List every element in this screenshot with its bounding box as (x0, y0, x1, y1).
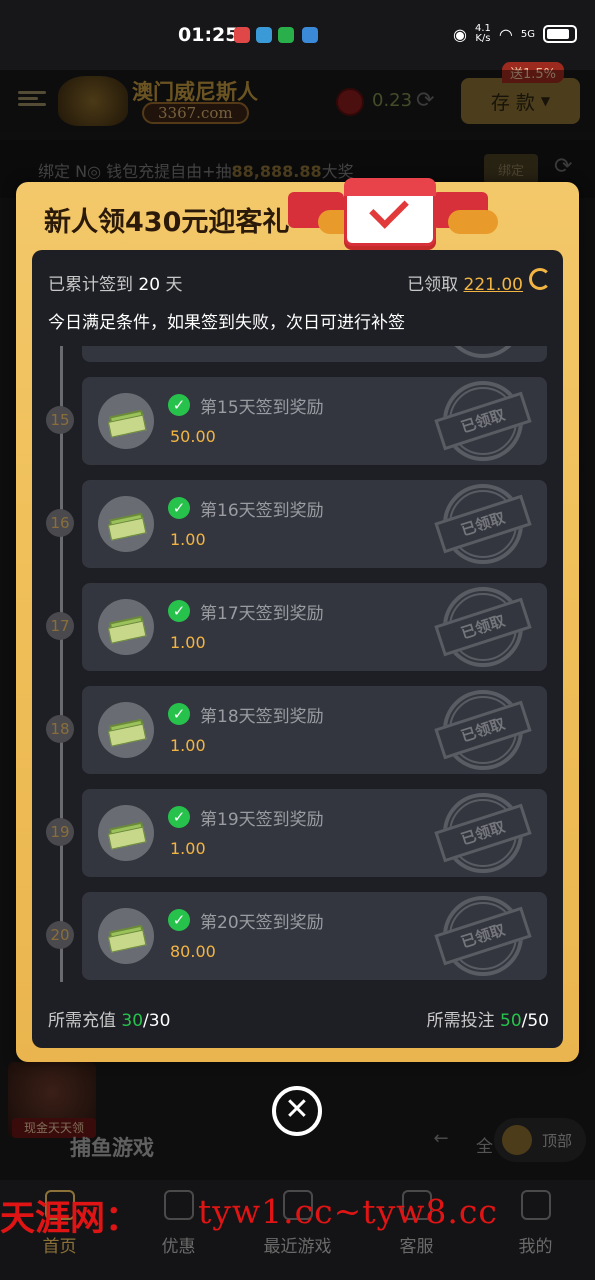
close-icon: ✕ (284, 1092, 310, 1127)
checkin-modal: 新人领430元迎客礼 已累计签到 20 天 已领取 221.00 今日满足条件，… (16, 178, 579, 1062)
close-modal-button[interactable]: ✕ (272, 1086, 322, 1136)
recharge-done: 30 (121, 1011, 144, 1031)
telegram-icon (256, 27, 272, 43)
bet-done: 50 (500, 1011, 522, 1031)
check-icon: ✓ (168, 497, 190, 519)
reward-amount: 1.00 (170, 839, 206, 858)
claimed-stamp: 已领取 (434, 381, 532, 461)
reward-title: 第16天签到奖励 (200, 501, 324, 521)
claimed-value: 221.00 (463, 275, 523, 295)
check-icon: ✓ (168, 600, 190, 622)
battery-icon (543, 25, 577, 43)
claimed-stamp: 已领取 (434, 793, 532, 873)
day-number: 16 (46, 509, 74, 537)
day-number: 18 (46, 715, 74, 743)
watermark-cn: 天涯网： (0, 1198, 141, 1239)
recharge-requirement: 所需充值 30/30 (48, 1011, 171, 1031)
reward-card: ✓ 第20天签到奖励 80.00 已领取 (82, 892, 547, 980)
refresh-icon[interactable] (529, 268, 551, 290)
reward-amount: 1.00 (170, 736, 206, 755)
reward-amount: 50.00 (170, 427, 216, 446)
signal-icon: 5G (520, 28, 535, 40)
cash-icon (108, 821, 146, 844)
claimed-stamp: 已领取 (434, 690, 532, 770)
watermark-url: tyw1.cc~tyw8.cc (198, 1192, 498, 1231)
reward-amount: 80.00 (170, 942, 216, 961)
reward-title: 第19天签到奖励 (200, 810, 324, 830)
cash-icon (108, 409, 146, 432)
reward-title: 第15天签到奖励 (200, 398, 324, 418)
cash-icon (108, 512, 146, 535)
reward-title: 第17天签到奖励 (200, 604, 324, 624)
reward-amount: 1.00 (170, 530, 206, 549)
wifi-icon: ◠ (498, 24, 513, 44)
cash-coin-icon (98, 702, 154, 758)
cash-coin-icon (98, 805, 154, 861)
claimed-stamp: 已领取 (434, 896, 532, 976)
claimed-summary: 已领取 221.00 (407, 275, 523, 295)
checkin-panel: 已累计签到 20 天 已领取 221.00 今日满足条件，如果签到失败，次日可进… (32, 250, 563, 1048)
check-icon: ✓ (168, 909, 190, 931)
cash-icon (108, 718, 146, 741)
reward-card: ✓ 第16天签到奖励 1.00 已领取 (82, 480, 547, 568)
check-icon: ✓ (168, 806, 190, 828)
signed-days-value: 20 (138, 275, 161, 295)
gold-ingot-icon (448, 210, 498, 234)
cash-coin-icon (98, 599, 154, 655)
reward-card-partial (82, 346, 547, 362)
reward-list[interactable]: 15 ✓ 第15天签到奖励 50.00 已领取 16 ✓ 第16天签到奖励 1.00 已领取 17 ✓… (32, 346, 563, 986)
reward-card: ✓ 第17天签到奖励 1.00 已领取 (82, 583, 547, 671)
status-time: 01:25 (178, 24, 239, 46)
status-indicators: ◉ 4.1 K/s ◠ 5G (453, 24, 577, 44)
claimed-stamp: 已领取 (434, 484, 532, 564)
wechat-icon (278, 27, 294, 43)
status-bar: 01:25 ◉ 4.1 K/s ◠ 5G (0, 0, 595, 70)
modal-title: 新人领430元迎客礼 (44, 207, 290, 238)
eye-icon: ◉ (453, 24, 467, 44)
check-icon: ✓ (168, 394, 190, 416)
reward-title: 第20天签到奖励 (200, 913, 324, 933)
cash-coin-icon (98, 908, 154, 964)
day-number: 19 (46, 818, 74, 846)
bet-requirement: 所需投注 50/50 (426, 1011, 549, 1031)
notification-app-icon (234, 27, 250, 43)
claimed-stamp: 已领取 (434, 587, 532, 667)
network-speed: 4.1 K/s (475, 23, 491, 44)
reward-title: 第18天签到奖励 (200, 707, 324, 727)
cash-coin-icon (98, 393, 154, 449)
cash-icon (108, 615, 146, 638)
signed-days-summary: 已累计签到 20 天 (48, 275, 183, 295)
reward-amount: 1.00 (170, 633, 206, 652)
calendar-icon (288, 170, 498, 252)
reward-card: ✓ 第15天签到奖励 50.00 已领取 (82, 377, 547, 465)
check-icon: ✓ (168, 703, 190, 725)
checkin-note: 今日满足条件，如果签到失败，次日可进行补签 (48, 313, 405, 333)
day-number: 15 (46, 406, 74, 434)
reward-card: ✓ 第18天签到奖励 1.00 已领取 (82, 686, 547, 774)
claimed-stamp (437, 346, 529, 358)
cash-icon (108, 924, 146, 947)
watermark: 天涯网： tyw1.cc~tyw8.cc (0, 1190, 595, 1240)
cash-coin-icon (98, 496, 154, 552)
notification-app-icon-2 (302, 27, 318, 43)
day-number: 17 (46, 612, 74, 640)
reward-card: ✓ 第19天签到奖励 1.00 已领取 (82, 789, 547, 877)
day-number: 20 (46, 921, 74, 949)
timeline-line (60, 346, 63, 982)
